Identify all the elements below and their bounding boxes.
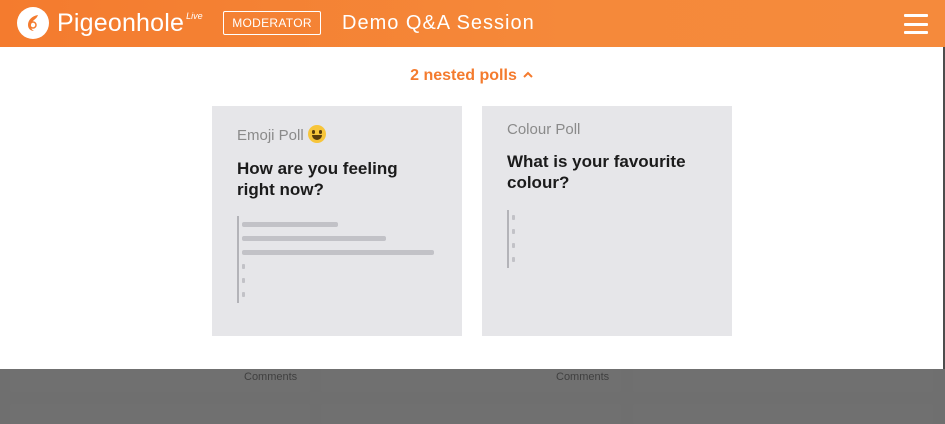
poll-question: How are you feeling right now? [237,159,398,199]
logo-live-tag: Live [186,11,203,21]
menu-bar [904,14,928,17]
session-title: Demo Q&A Session [342,12,535,34]
background-card [321,404,621,424]
result-bar [242,236,386,241]
nested-polls-label: 2 nested polls [410,67,517,84]
menu-bar [904,31,928,34]
background-card [10,404,310,424]
poll-card-emoji[interactable]: Emoji Poll How are you feeling right now… [212,106,462,336]
app-header: Pigeonhole Live MODERATOR Demo Q&A Sessi… [0,0,945,47]
poll-question: What is your favourite colour? [507,152,686,192]
pigeonhole-logo[interactable]: Pigeonhole Live [17,7,203,39]
grinning-face-emoji-icon [307,125,326,143]
poll-results-preview [507,210,539,268]
empty-option-marker [512,229,515,234]
empty-option-marker [242,292,245,297]
poll-type-text: Emoji Poll [237,127,304,144]
nested-polls-toggle[interactable]: 2 nested polls [0,66,943,85]
menu-bar [904,22,928,26]
empty-option-marker [242,264,245,269]
poll-type-label: Colour Poll [507,121,581,138]
comments-link[interactable]: Comments [244,371,297,383]
pigeon-icon [17,7,49,39]
moderator-badge[interactable]: MODERATOR [223,11,321,35]
nested-polls-panel: 2 nested polls Emoji Poll How are you fe… [0,47,943,369]
comments-link[interactable]: Comments [556,371,609,383]
chevron-up-icon [523,66,533,81]
background-card [633,404,933,424]
result-bar [242,222,338,227]
empty-option-marker [512,243,515,248]
empty-option-marker [512,215,515,220]
result-bar [242,250,434,255]
poll-results-preview [237,216,439,303]
hamburger-menu-icon[interactable] [904,14,928,34]
empty-option-marker [512,257,515,262]
poll-card-colour[interactable]: Colour Poll What is your favourite colou… [482,106,732,336]
poll-type-label: Emoji Poll [237,125,326,144]
logo-wordmark: Pigeonhole [57,8,185,37]
empty-option-marker [242,278,245,283]
